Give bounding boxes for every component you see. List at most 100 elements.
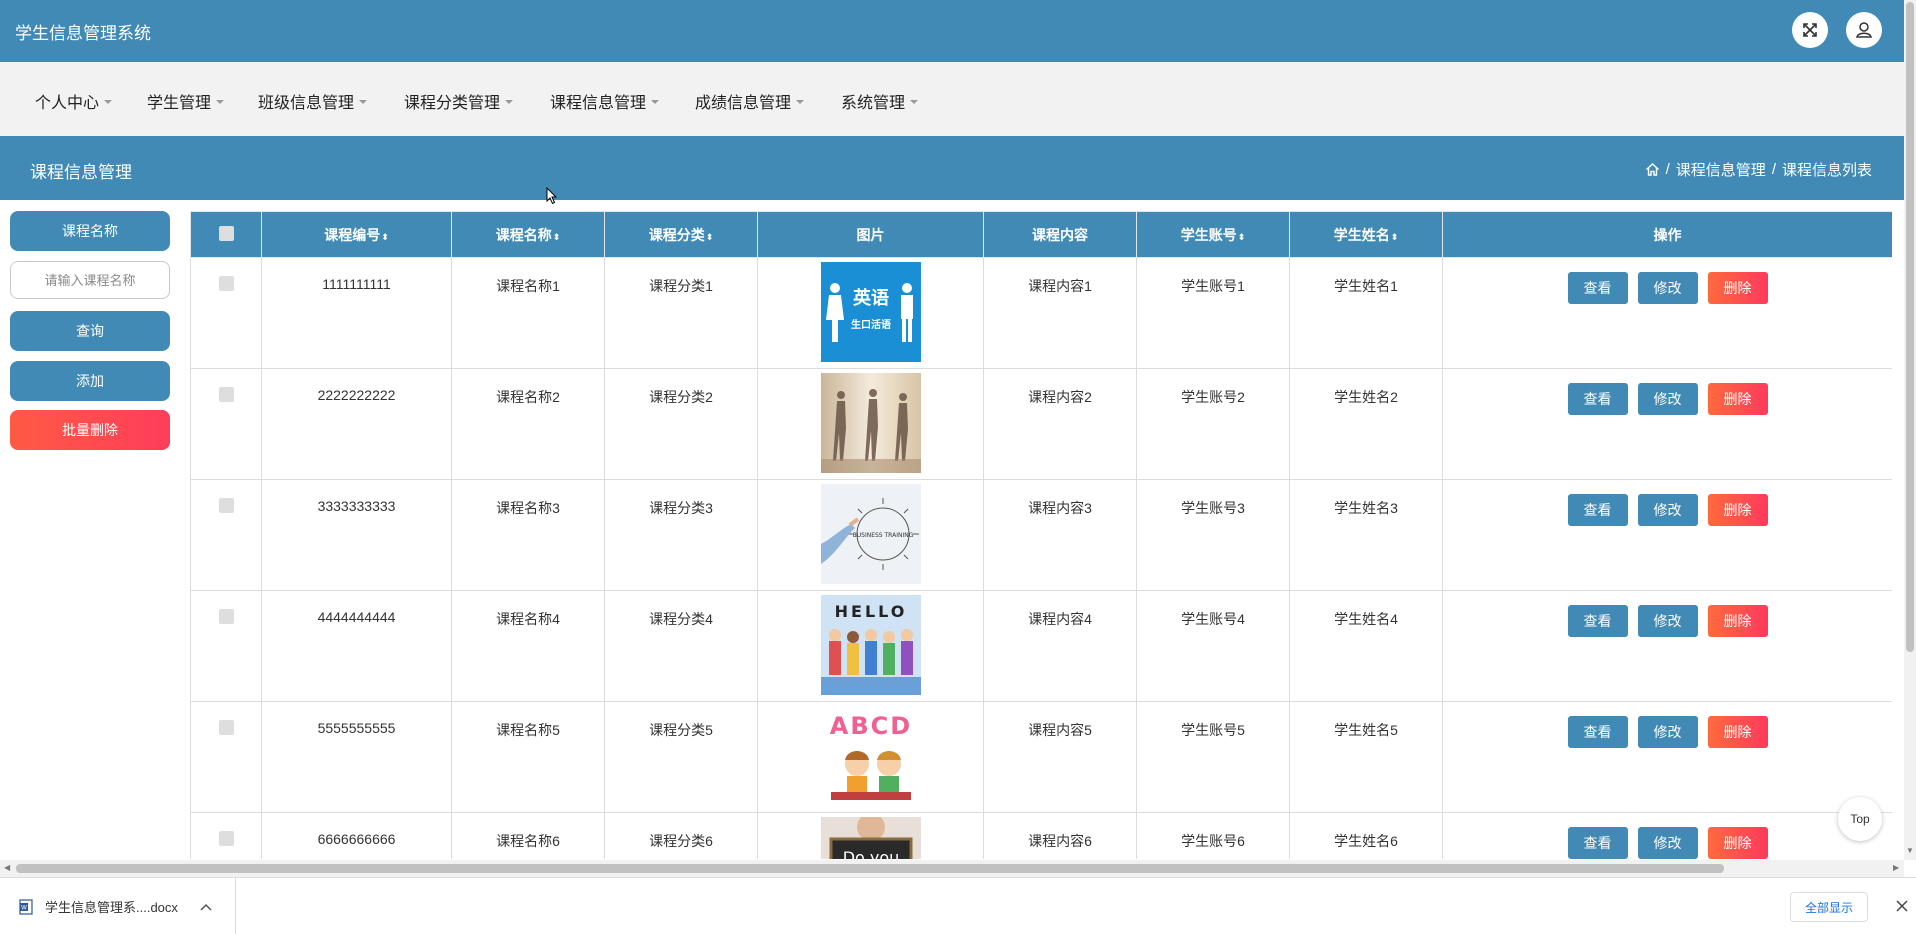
course-image-hello-kids[interactable]: HELLO — [820, 595, 921, 695]
cell-student-account: 学生账号6 — [1136, 812, 1290, 859]
nav-item-course-info[interactable]: 课程信息管理 — [550, 89, 660, 113]
vertical-scroll-thumb[interactable] — [1906, 2, 1914, 652]
breadcrumb: / 课程信息管理 / 课程信息列表 — [1645, 159, 1872, 180]
breadcrumb-item[interactable]: 课程信息管理 — [1676, 159, 1766, 180]
caret-down-icon — [216, 99, 225, 104]
svg-text:W: W — [21, 904, 27, 911]
horizontal-scroll-thumb[interactable] — [16, 864, 1724, 873]
view-button[interactable]: 查看 — [1567, 494, 1628, 526]
add-button[interactable]: 添加 — [10, 361, 170, 401]
cell-course-id: 1111111111 — [261, 257, 452, 369]
nav-item-system[interactable]: 系统管理 — [841, 89, 919, 113]
cell-course-name: 课程名称4 — [451, 590, 605, 702]
sort-icon[interactable]: ⬍ — [706, 232, 714, 242]
top-bar: 学生信息管理系统 — [0, 0, 1904, 62]
edit-button[interactable]: 修改 — [1637, 605, 1698, 637]
cell-student-name: 学生姓名2 — [1289, 368, 1443, 480]
column-header-student-account[interactable]: 学生账号⬍ — [1136, 211, 1290, 258]
page-header: 课程信息管理 / 课程信息管理 / 课程信息列表 — [0, 136, 1904, 200]
batch-delete-button[interactable]: 批量删除 — [10, 410, 170, 450]
delete-button[interactable]: 删除 — [1707, 494, 1768, 526]
view-button[interactable]: 查看 — [1567, 272, 1628, 304]
cell-student-account: 学生账号2 — [1136, 368, 1290, 480]
scroll-down-icon[interactable]: ▼ — [1906, 846, 1914, 855]
nav-item-course-category[interactable]: 课程分类管理 — [404, 89, 514, 113]
column-header-course-name[interactable]: 课程名称⬍ — [451, 211, 605, 258]
row-checkbox[interactable] — [218, 831, 234, 846]
nav-item-label: 课程信息管理 — [550, 95, 647, 112]
course-image-english-poster[interactable]: 英语 生口活语 — [820, 262, 921, 362]
download-item[interactable]: W 学生信息管理系....docx — [0, 878, 236, 934]
scroll-right-icon[interactable]: ▶ — [1893, 863, 1899, 872]
table-row: 2222222222 课程名称2 课程分类2 课程内容2 学生账号2 学生姓名2… — [190, 368, 1892, 480]
column-header-student-name[interactable]: 学生姓名⬍ — [1289, 211, 1443, 258]
table-row: 3333333333 课程名称3 课程分类3 BUSINESS TRAINING… — [190, 479, 1892, 591]
row-checkbox[interactable] — [218, 276, 234, 291]
cell-course-name: 课程名称3 — [451, 479, 605, 591]
thumb-text: 英语 — [852, 287, 889, 309]
cell-actions: 查看 修改 删除 — [1442, 257, 1892, 369]
delete-button[interactable]: 删除 — [1707, 827, 1768, 859]
cell-course-name: 课程名称6 — [451, 812, 605, 859]
close-icon[interactable] — [1896, 900, 1908, 912]
view-button[interactable]: 查看 — [1567, 827, 1628, 859]
nav-item-student-management[interactable]: 学生管理 — [147, 89, 225, 113]
scroll-left-icon[interactable]: ◀ — [4, 863, 10, 872]
nav-item-label: 成绩信息管理 — [695, 95, 792, 112]
cell-student-name: 学生姓名6 — [1289, 812, 1443, 859]
sort-icon[interactable]: ⬍ — [1238, 232, 1246, 242]
row-checkbox[interactable] — [218, 720, 234, 735]
delete-button[interactable]: 删除 — [1707, 272, 1768, 304]
select-all-checkbox[interactable] — [218, 225, 234, 241]
user-button[interactable] — [1846, 12, 1882, 48]
row-checkbox[interactable] — [218, 609, 234, 624]
vertical-scrollbar[interactable]: ▼ — [1904, 0, 1916, 860]
view-button[interactable]: 查看 — [1567, 383, 1628, 415]
cell-image: Do you — [757, 812, 984, 859]
edit-button[interactable]: 修改 — [1637, 383, 1698, 415]
course-name-search-input[interactable] — [10, 261, 170, 299]
cell-course-name: 课程名称2 — [451, 368, 605, 480]
course-image-do-you-sign[interactable]: Do you — [820, 817, 921, 859]
delete-button[interactable]: 删除 — [1707, 383, 1768, 415]
table-row: 1111111111 课程名称1 课程分类1 英语 生口活语 课程内容1 学生账… — [190, 257, 1892, 369]
show-all-downloads-button[interactable]: 全部显示 — [1790, 892, 1868, 922]
horizontal-scrollbar[interactable]: ◀ ▶ — [0, 860, 1904, 877]
thumb-text: 生口活语 — [851, 318, 891, 331]
thumb-text: ABCD — [829, 712, 911, 740]
sort-icon[interactable]: ⬍ — [553, 232, 561, 242]
fullscreen-icon — [1803, 23, 1817, 37]
home-icon[interactable] — [1645, 162, 1660, 177]
nav-item-label: 课程分类管理 — [404, 95, 501, 112]
column-header-course-id[interactable]: 课程编号⬍ — [261, 211, 452, 258]
edit-button[interactable]: 修改 — [1637, 827, 1698, 859]
edit-button[interactable]: 修改 — [1637, 272, 1698, 304]
delete-button[interactable]: 删除 — [1707, 716, 1768, 748]
caret-down-icon — [910, 99, 919, 104]
nav-item-class-management[interactable]: 班级信息管理 — [258, 89, 368, 113]
sort-icon[interactable]: ⬍ — [1391, 232, 1399, 242]
edit-button[interactable]: 修改 — [1637, 494, 1698, 526]
cell-course-id: 6666666666 — [261, 812, 452, 859]
nav-item-personal-center[interactable]: 个人中心 — [35, 89, 113, 113]
sort-icon[interactable]: ⬍ — [381, 232, 389, 242]
caret-down-icon — [505, 99, 514, 104]
cell-image: 英语 生口活语 — [757, 257, 984, 369]
row-checkbox[interactable] — [218, 387, 234, 402]
nav-item-score-info[interactable]: 成绩信息管理 — [695, 89, 805, 113]
course-image-dance-silhouettes[interactable] — [820, 373, 921, 473]
view-button[interactable]: 查看 — [1567, 605, 1628, 637]
back-to-top-button[interactable]: Top — [1838, 797, 1882, 841]
download-filename: 学生信息管理系....docx — [45, 900, 178, 915]
cell-image: BUSINESS TRAINING — [757, 479, 984, 591]
view-button[interactable]: 查看 — [1567, 716, 1628, 748]
fullscreen-button[interactable] — [1792, 12, 1828, 48]
query-button[interactable]: 查询 — [10, 311, 170, 351]
course-image-business-training[interactable]: BUSINESS TRAINING — [820, 484, 921, 584]
course-image-abcd-kids[interactable]: ABCD — [820, 706, 921, 806]
row-checkbox[interactable] — [218, 498, 234, 513]
edit-button[interactable]: 修改 — [1637, 716, 1698, 748]
chevron-up-icon[interactable] — [200, 903, 212, 911]
delete-button[interactable]: 删除 — [1707, 605, 1768, 637]
column-header-course-category[interactable]: 课程分类⬍ — [604, 211, 758, 258]
